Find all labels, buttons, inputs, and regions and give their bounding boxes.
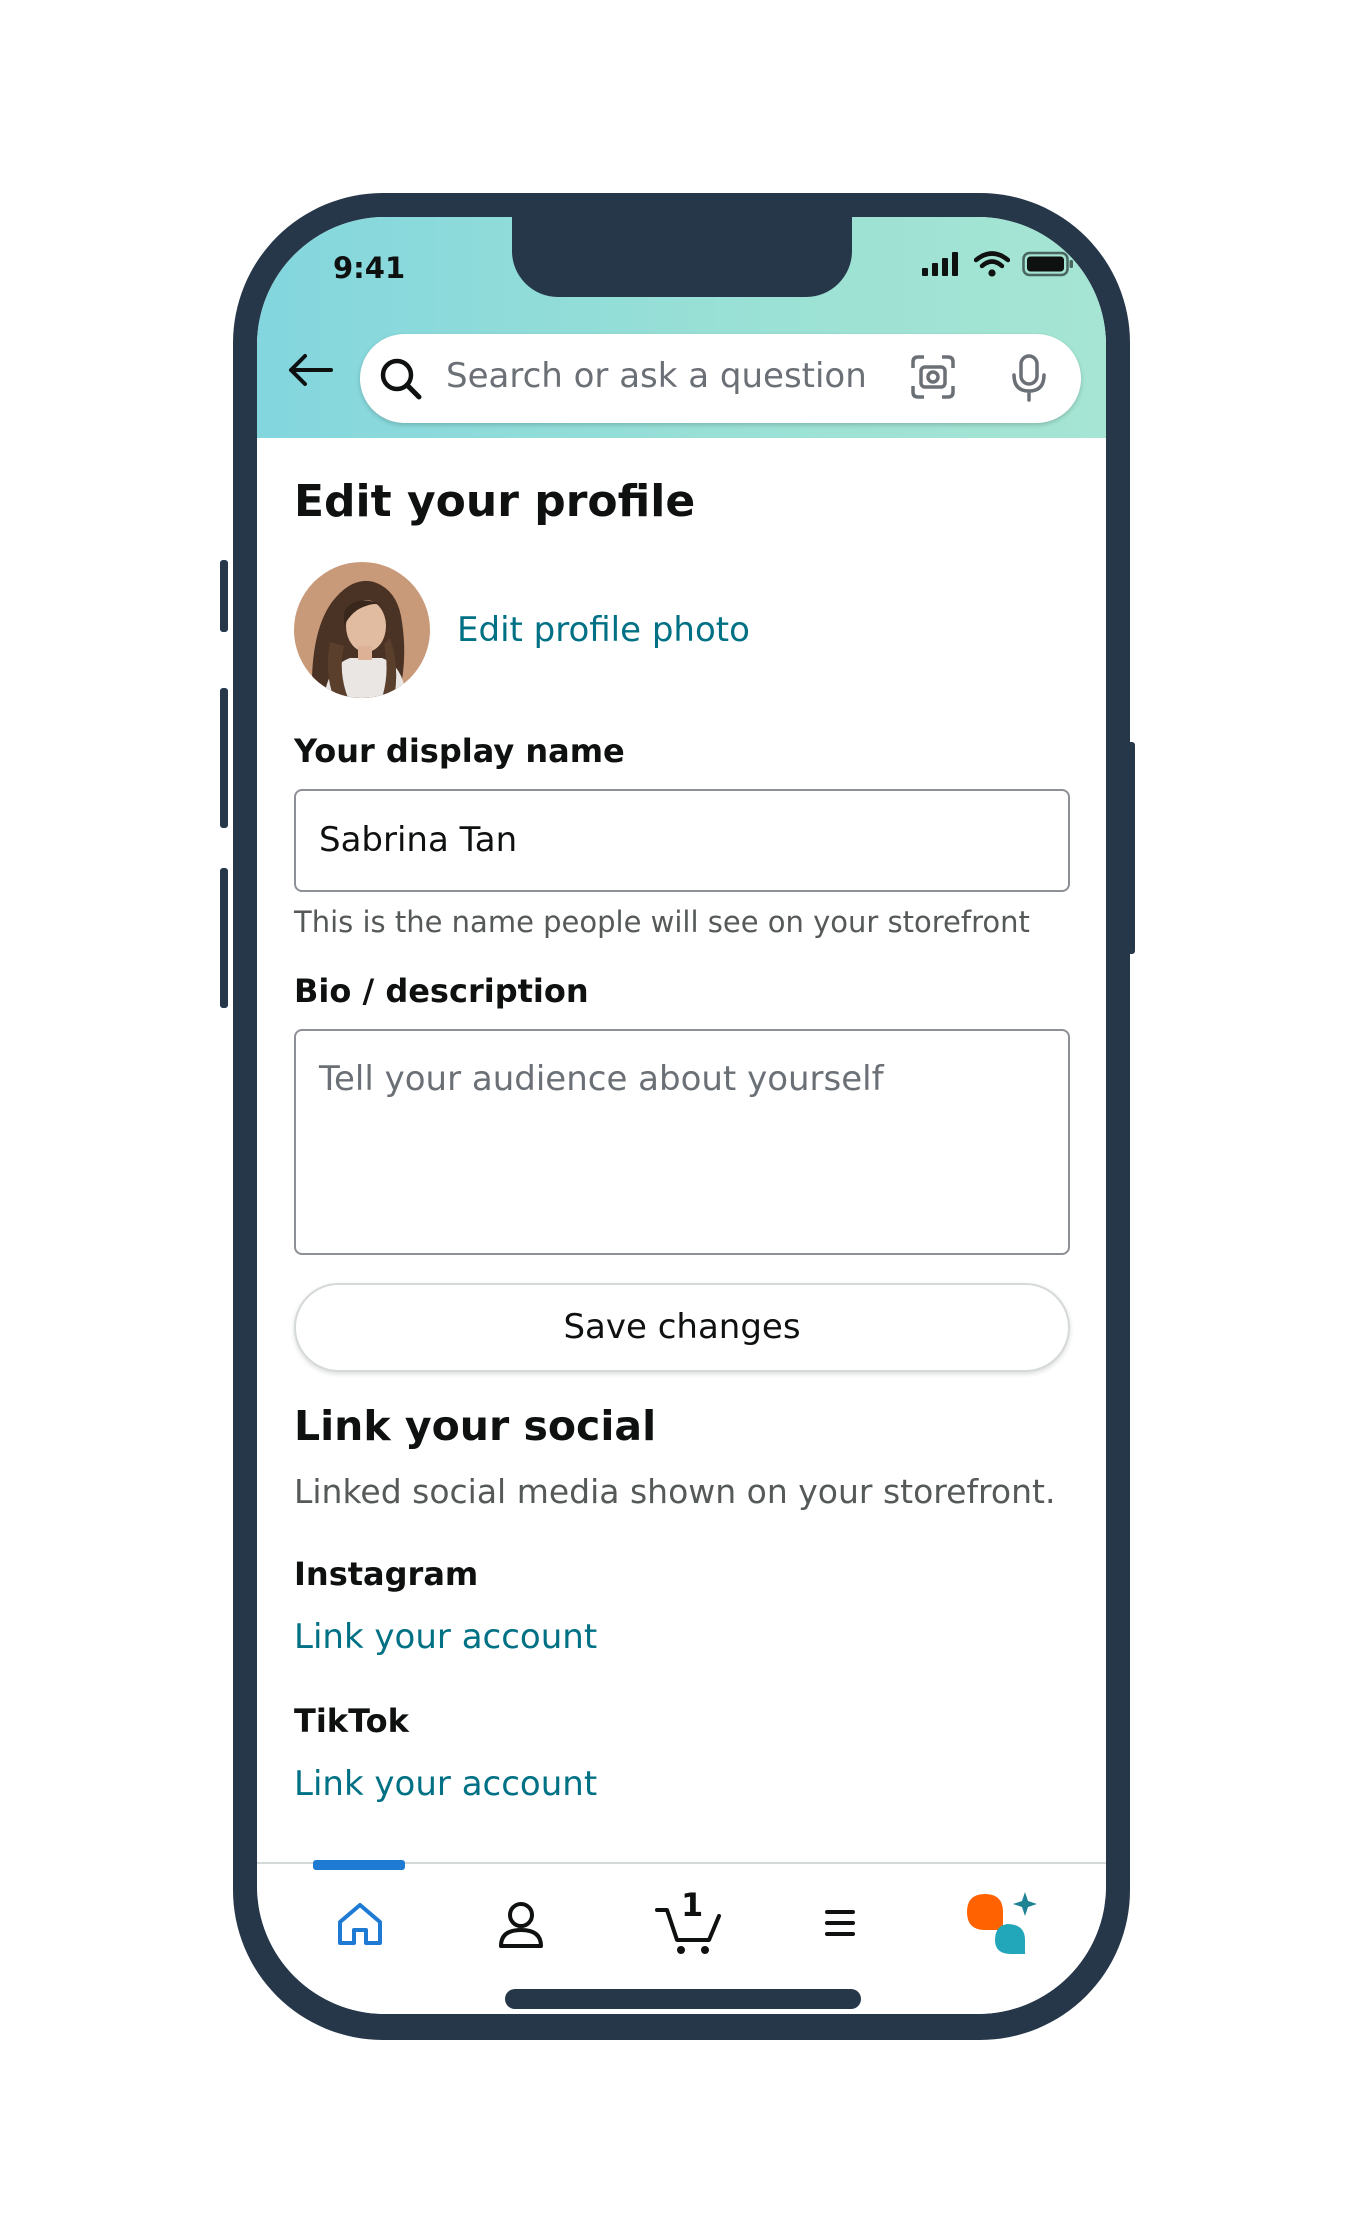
mute-switch [220, 560, 228, 632]
avatar-photo [294, 562, 430, 698]
page-title: Edit your profile [294, 476, 696, 527]
status-icons [922, 251, 1074, 277]
edit-profile-photo-link[interactable]: Edit profile photo [457, 610, 750, 650]
microphone-icon[interactable] [1009, 353, 1049, 403]
phone-screen: 9:41 Search or ask a question Edit your … [257, 217, 1106, 2014]
instagram-link-account[interactable]: Link your account [294, 1617, 597, 1657]
tiktok-label: TikTok [294, 1702, 409, 1740]
back-arrow-icon[interactable] [287, 353, 333, 387]
display-name-label: Your display name [294, 732, 625, 770]
bio-label: Bio / description [294, 972, 589, 1010]
profile-avatar[interactable] [294, 562, 430, 698]
save-changes-button[interactable]: Save changes [294, 1283, 1070, 1372]
link-social-subtitle: Linked social media shown on your storef… [294, 1472, 1056, 1511]
home-indicator[interactable] [505, 1989, 861, 2009]
volume-down-button [220, 868, 228, 1008]
link-social-heading: Link your social [294, 1402, 657, 1450]
nav-active-indicator [313, 1860, 405, 1870]
search-bar[interactable]: Search or ask a question [360, 334, 1081, 423]
camera-scan-icon[interactable] [910, 354, 956, 400]
notch [512, 217, 852, 297]
search-input[interactable]: Search or ask a question [446, 356, 867, 396]
tiktok-link-account[interactable]: Link your account [294, 1764, 597, 1804]
wifi-icon [974, 251, 1010, 277]
cart-button[interactable]: 1 [655, 1886, 725, 1956]
signal-icon [922, 252, 958, 276]
app-header: 9:41 Search or ask a question [257, 217, 1106, 438]
display-name-hint: This is the name people will see on your… [294, 905, 1030, 939]
home-icon[interactable] [335, 1900, 385, 1948]
search-icon [380, 358, 422, 400]
display-name-input[interactable]: Sabrina Tan [294, 789, 1070, 892]
cart-count-badge: 1 [681, 1886, 704, 1924]
instagram-label: Instagram [294, 1555, 479, 1593]
status-time: 9:41 [333, 251, 406, 285]
account-icon[interactable] [497, 1900, 545, 1950]
bio-textarea[interactable]: Tell your audience about yourself [294, 1029, 1070, 1255]
menu-icon[interactable] [823, 1908, 857, 1938]
volume-up-button [220, 688, 228, 828]
rufus-assistant-icon[interactable] [963, 1890, 1039, 1958]
battery-icon [1022, 251, 1073, 277]
